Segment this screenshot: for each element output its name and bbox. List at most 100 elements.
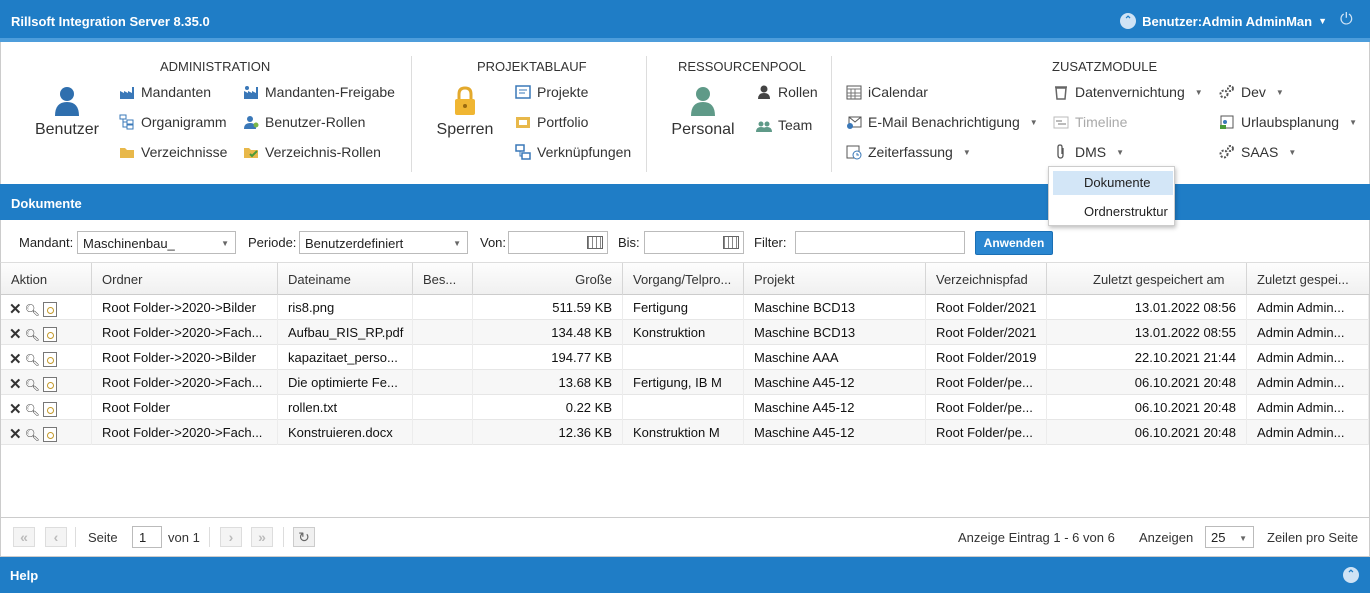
ribbon-item-mandanten-freigabe[interactable]: Mandanten-Freigabe (243, 84, 395, 100)
bis-date-input[interactable] (644, 231, 744, 254)
user-menu[interactable]: ⌃ Benutzer:Admin AdminMan ▼ (1120, 13, 1327, 29)
benutzer-button[interactable]: Benutzer (31, 86, 103, 139)
next-page-button[interactable]: › (220, 527, 242, 547)
apply-button[interactable]: Anwenden (975, 231, 1053, 255)
column-header-dateiname[interactable]: Dateiname (278, 263, 413, 295)
chevron-down-icon: ▼ (1029, 117, 1038, 127)
cell-groesse: 12.36 KB (473, 420, 623, 445)
delete-icon[interactable]: ✕ (9, 302, 22, 317)
document-preview-icon[interactable] (42, 327, 57, 342)
mandant-select[interactable]: Maschinenbau_ ▼ (77, 231, 236, 254)
cell-projekt: Maschine A45-12 (744, 370, 926, 395)
ribbon-item-email-benachrichtigung[interactable]: E-Mail Benachrichtigung ▼ (846, 114, 1038, 130)
ribbon-item-icalendar[interactable]: iCalendar (846, 84, 928, 100)
search-icon[interactable]: 🔍︎ (25, 303, 40, 317)
ribbon-item-projekte[interactable]: Projekte (515, 84, 588, 100)
table-row[interactable]: ✕ 🔍︎ Root Folder->2020->Bilder ris8.png 511.… (1, 295, 1369, 320)
delete-icon[interactable]: ✕ (9, 402, 22, 417)
org-chart-icon (119, 114, 135, 130)
menu-item-dokumente[interactable]: Dokumente (1053, 171, 1173, 195)
ribbon-item-verzeichnisse[interactable]: Verzeichnisse (119, 144, 227, 160)
documents-table: Aktion Ordner Dateiname Bes... Große Vor… (0, 262, 1370, 518)
page-size-value: 25 (1211, 530, 1226, 545)
ribbon-item-team[interactable]: Team (756, 117, 812, 133)
ribbon-item-benutzer-rollen[interactable]: Benutzer-Rollen (243, 114, 365, 130)
document-preview-icon[interactable] (42, 402, 57, 417)
chevron-down-icon: ▼ (1349, 117, 1357, 127)
periode-select[interactable]: Benutzerdefiniert ▼ (299, 231, 468, 254)
cell-dateiname: ris8.png (278, 295, 413, 320)
ribbon-item-organigramm[interactable]: Organigramm (119, 114, 227, 130)
page-size-select[interactable]: 25 ▼ (1205, 526, 1254, 548)
page-number-input[interactable]: 1 (132, 526, 162, 548)
von-date-input[interactable] (508, 231, 608, 254)
cell-zuletzt-gespeichert-von: Admin Admin... (1247, 370, 1369, 395)
ribbon-item-saas[interactable]: SAAS ▼ (1219, 144, 1296, 160)
collapse-up-icon[interactable]: ⌃ (1120, 13, 1137, 29)
table-header: Aktion Ordner Dateiname Bes... Große Vor… (1, 263, 1369, 295)
delete-icon[interactable]: ✕ (9, 352, 22, 367)
cell-beschreibung (413, 370, 473, 395)
last-page-button[interactable]: » (251, 527, 273, 547)
document-preview-icon[interactable] (42, 352, 57, 367)
delete-icon[interactable]: ✕ (9, 377, 22, 392)
delete-icon[interactable]: ✕ (9, 427, 22, 442)
ribbon-item-zeiterfassung[interactable]: Zeiterfassung ▼ (846, 144, 971, 160)
refresh-icon[interactable]: ↻ (293, 527, 315, 547)
search-icon[interactable]: 🔍︎ (25, 328, 40, 342)
pager-separator (209, 527, 210, 547)
power-icon[interactable]: ⏻ (1340, 11, 1356, 29)
ribbon-item-verknuepfungen[interactable]: Verknüpfungen (515, 144, 631, 160)
document-preview-icon[interactable] (42, 427, 57, 442)
column-header-zuletzt-gespeichert-am[interactable]: Zuletzt gespeichert am (1047, 263, 1247, 295)
column-header-groesse[interactable]: Große (473, 263, 623, 295)
column-header-ordner[interactable]: Ordner (92, 263, 278, 295)
search-icon[interactable]: 🔍︎ (25, 378, 40, 392)
column-header-verzeichnispfad[interactable]: Verzeichnispfad (926, 263, 1047, 295)
column-header-beschreibung[interactable]: Bes... (413, 263, 473, 295)
ribbon-item-dms[interactable]: DMS ▼ (1053, 144, 1124, 160)
cell-zuletzt-gespeichert-von: Admin Admin... (1247, 295, 1369, 320)
cell-zuletzt-gespeichert-am: 06.10.2021 20:48 (1047, 370, 1247, 395)
filter-input[interactable] (795, 231, 965, 254)
sperren-button[interactable]: Sperren (431, 86, 499, 139)
ribbon-item-portfolio[interactable]: Portfolio (515, 114, 588, 130)
table-row[interactable]: ✕ 🔍︎ Root Folder->2020->Fach... Die optimie… (1, 370, 1369, 395)
folder-icon (119, 144, 135, 160)
personal-button[interactable]: Personal (665, 86, 741, 139)
column-header-projekt[interactable]: Projekt (744, 263, 926, 295)
ribbon-item-datenvernichtung[interactable]: Datenvernichtung ▼ (1053, 84, 1203, 100)
calendar-icon[interactable] (723, 236, 739, 249)
help-bar[interactable]: Help ⌃ (0, 557, 1370, 593)
column-header-aktion[interactable]: Aktion (1, 263, 92, 295)
document-preview-icon[interactable] (42, 377, 57, 392)
cell-aktion: ✕ 🔍︎ (1, 420, 92, 445)
table-row[interactable]: ✕ 🔍︎ Root Folder->2020->Fach... Konstruiere… (1, 420, 1369, 445)
table-row[interactable]: ✕ 🔍︎ Root Folder->2020->Bilder kapazitaet_p… (1, 345, 1369, 370)
cell-zuletzt-gespeichert-am: 13.01.2022 08:55 (1047, 320, 1247, 345)
table-row[interactable]: ✕ 🔍︎ Root Folder rollen.txt 0.22 KB Maschine … (1, 395, 1369, 420)
cell-aktion: ✕ 🔍︎ (1, 395, 92, 420)
column-header-vorgang[interactable]: Vorgang/Telpro... (623, 263, 744, 295)
email-notification-icon (846, 114, 862, 130)
search-icon[interactable]: 🔍︎ (25, 403, 40, 417)
ribbon-item-mandanten[interactable]: Mandanten (119, 84, 211, 100)
table-row[interactable]: ✕ 🔍︎ Root Folder->2020->Fach... Aufbau_RIS_… (1, 320, 1369, 345)
calendar-icon[interactable] (587, 236, 603, 249)
ribbon-item-urlaubsplanung[interactable]: Urlaubsplanung ▼ (1219, 114, 1357, 130)
search-icon[interactable]: 🔍︎ (25, 353, 40, 367)
column-header-zuletzt-gespeichert-von[interactable]: Zuletzt gespei... (1247, 263, 1369, 295)
ribbon-item-verzeichnis-rollen[interactable]: Verzeichnis-Rollen (243, 144, 381, 160)
cell-verzeichnispfad: Root Folder/pe... (926, 420, 1047, 445)
delete-icon[interactable]: ✕ (9, 327, 22, 342)
menu-item-ordnerstruktur[interactable]: Ordnerstruktur (1053, 200, 1173, 224)
document-preview-icon[interactable] (42, 302, 57, 317)
ribbon-item-dev[interactable]: Dev ▼ (1219, 84, 1284, 100)
cell-verzeichnispfad: Root Folder/pe... (926, 395, 1047, 420)
prev-page-button[interactable]: ‹ (45, 527, 67, 547)
top-bar: Rillsoft Integration Server 8.35.0 ⌃ Ben… (0, 0, 1370, 42)
first-page-button[interactable]: « (13, 527, 35, 547)
search-icon[interactable]: 🔍︎ (25, 428, 40, 442)
ribbon-item-rollen[interactable]: Rollen (756, 84, 818, 100)
expand-up-icon[interactable]: ⌃ (1343, 567, 1359, 583)
